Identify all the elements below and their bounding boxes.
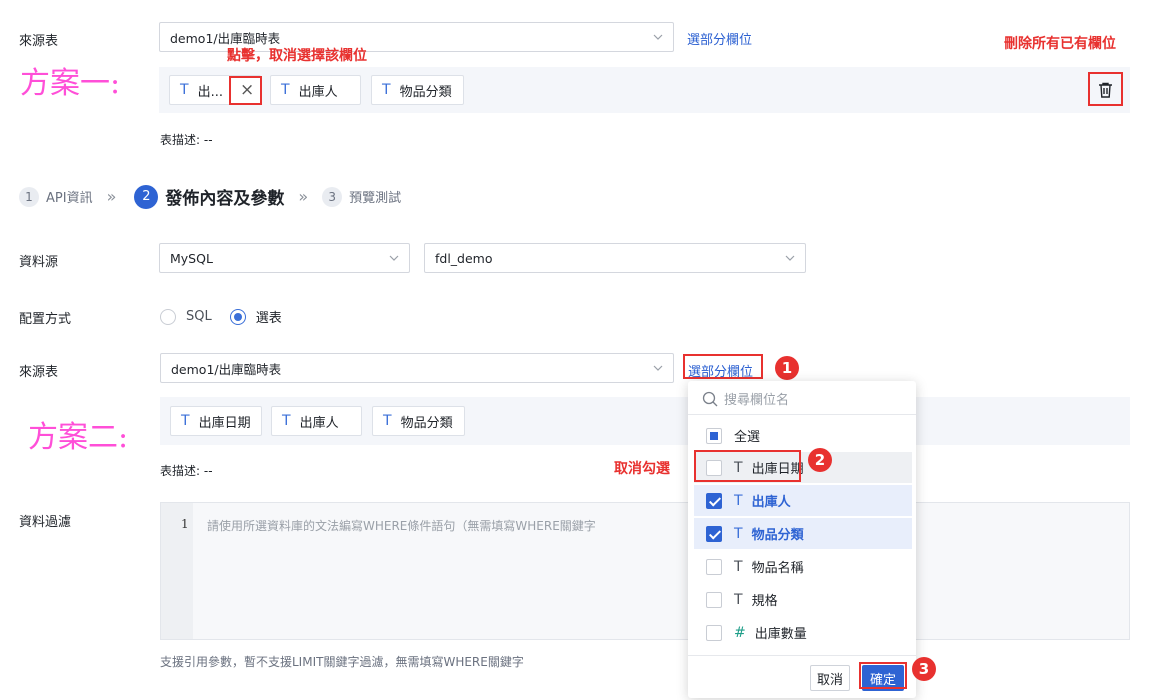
text-type-icon: T bbox=[383, 413, 392, 429]
chevron-down-icon bbox=[785, 255, 795, 261]
table-description: 表描述: -- bbox=[160, 464, 213, 478]
text-type-icon: T bbox=[281, 82, 290, 98]
text-type-icon: T bbox=[734, 591, 743, 608]
database-value: fdl_demo bbox=[435, 250, 493, 266]
field-chip[interactable]: T 物品分類 bbox=[372, 406, 465, 436]
double-chevron-icon: » bbox=[298, 187, 309, 206]
field-select-dropdown: 搜尋欄位名 全選 T 出庫日期 T 出庫人 T 物品分類 T 物品名稱 T 規格… bbox=[688, 381, 916, 698]
plan1-label: 方案一: bbox=[20, 66, 121, 101]
divider bbox=[688, 414, 916, 415]
field-chip[interactable]: T 出庫人 bbox=[270, 75, 361, 105]
annotation-badge: 3 bbox=[912, 657, 936, 681]
table-description: 表描述: -- bbox=[160, 133, 213, 147]
text-type-icon: T bbox=[180, 82, 189, 98]
select-all-checkbox[interactable] bbox=[706, 427, 722, 444]
annotation-delete-all-note: 刪除所有已有欄位 bbox=[1004, 36, 1116, 52]
step-indicator: 1 API資訊 » 2 發佈內容及參數 » 3 預覽測試 bbox=[19, 184, 401, 209]
divider bbox=[688, 655, 916, 656]
field-option-label: 物品名稱 bbox=[751, 561, 804, 576]
text-type-icon: T bbox=[282, 413, 291, 429]
chevron-down-icon bbox=[653, 34, 663, 40]
datasource-value: MySQL bbox=[170, 250, 213, 266]
field-option-checkbox[interactable] bbox=[706, 624, 722, 641]
field-chip-label: 出庫人 bbox=[298, 84, 338, 100]
close-icon[interactable]: × bbox=[240, 80, 254, 100]
annotation-badge: 1 bbox=[775, 356, 799, 380]
datasource-select[interactable]: MySQL bbox=[159, 243, 410, 273]
select-fields-link[interactable]: 選部分欄位 bbox=[687, 29, 752, 48]
datasource-label: 資料源 bbox=[19, 255, 59, 270]
number-type-icon: # bbox=[734, 624, 746, 641]
step-number: 2 bbox=[134, 184, 159, 209]
filter-code-editor[interactable]: 1 請使用所選資料庫的文法編寫WHERE條件語句（無需填寫WHERE關鍵字 bbox=[160, 502, 1130, 640]
source-table-select[interactable]: demo1/出庫臨時表 bbox=[160, 353, 674, 383]
annotation-highlight-box bbox=[683, 354, 763, 379]
field-chip-label: 出庫日期 bbox=[198, 415, 251, 431]
select-all-label: 全選 bbox=[734, 430, 761, 445]
double-chevron-icon: » bbox=[106, 187, 117, 206]
field-option-label: 出庫數量 bbox=[754, 627, 807, 642]
annotation-click-note: 點擊，取消選擇該欄位 bbox=[227, 48, 367, 64]
search-placeholder: 搜尋欄位名 bbox=[724, 393, 790, 408]
text-type-icon: T bbox=[734, 525, 743, 542]
search-icon bbox=[702, 391, 718, 406]
field-option-checkbox[interactable] bbox=[706, 591, 722, 608]
field-option[interactable]: T 物品分類 bbox=[694, 518, 912, 549]
config-method-label: 配置方式 bbox=[19, 312, 72, 327]
field-chip-label: 物品分類 bbox=[400, 415, 453, 431]
field-chip-label: 出庫人 bbox=[299, 415, 339, 431]
annotation-highlight-box bbox=[859, 662, 907, 689]
database-select[interactable]: fdl_demo bbox=[424, 243, 806, 273]
text-type-icon: T bbox=[382, 82, 391, 98]
text-type-icon: T bbox=[181, 413, 190, 429]
filter-hint: 支援引用參數，暫不支援LIMIT關鍵字過濾，無需填寫WHERE關鍵字 bbox=[160, 655, 524, 669]
radio-select-table-label: 選表 bbox=[255, 311, 282, 326]
editor-placeholder: 請使用所選資料庫的文法編寫WHERE條件語句（無需填寫WHERE關鍵字 bbox=[207, 519, 596, 533]
chevron-down-icon bbox=[389, 255, 399, 261]
step-number: 1 bbox=[19, 186, 39, 207]
source-table-value: demo1/出庫臨時表 bbox=[170, 30, 281, 46]
field-search[interactable]: 搜尋欄位名 bbox=[702, 389, 789, 408]
annotation-uncheck-note: 取消勾選 bbox=[614, 461, 670, 477]
source-table-label: 來源表 bbox=[19, 34, 59, 49]
field-chip[interactable]: T 出庫日期 bbox=[170, 406, 262, 436]
source-table-label: 來源表 bbox=[19, 365, 59, 380]
plan2-label: 方案二: bbox=[28, 420, 129, 455]
select-all-option[interactable]: 全選 bbox=[694, 420, 912, 451]
field-option-label: 物品分類 bbox=[751, 528, 804, 543]
annotation-badge: 2 bbox=[808, 448, 832, 472]
field-option-checkbox[interactable] bbox=[706, 492, 722, 509]
editor-line-number: 1 bbox=[181, 517, 189, 531]
field-option-label: 規格 bbox=[751, 594, 778, 609]
field-option[interactable]: T 規格 bbox=[694, 584, 912, 615]
radio-sql-label: SQL bbox=[186, 309, 212, 324]
field-option-label: 出庫人 bbox=[751, 495, 791, 510]
step-label: API資訊 bbox=[46, 191, 93, 206]
cancel-button[interactable]: 取消 bbox=[810, 665, 850, 691]
field-option[interactable]: # 出庫數量 bbox=[694, 617, 912, 648]
text-type-icon: T bbox=[734, 492, 743, 509]
field-option-checkbox[interactable] bbox=[706, 525, 722, 542]
radio-select-table[interactable] bbox=[229, 308, 246, 325]
radio-sql[interactable] bbox=[160, 308, 176, 325]
field-chip-label: 物品分類 bbox=[399, 84, 452, 100]
field-chip-label: 出... bbox=[197, 84, 223, 100]
chevron-down-icon bbox=[653, 365, 663, 371]
step-number: 3 bbox=[322, 186, 343, 207]
field-option[interactable]: T 出庫人 bbox=[694, 485, 912, 516]
step-label: 預覽測試 bbox=[349, 191, 402, 206]
config-method-radio-group: SQL 選表 bbox=[160, 307, 282, 326]
data-filter-label: 資料過濾 bbox=[19, 515, 72, 530]
field-option[interactable]: T 物品名稱 bbox=[694, 551, 912, 582]
text-type-icon: T bbox=[734, 558, 743, 575]
source-table-value: demo1/出庫臨時表 bbox=[171, 361, 282, 377]
step-label: 發佈內容及參數 bbox=[165, 189, 285, 209]
field-chip[interactable]: T 物品分類 bbox=[371, 75, 464, 105]
trash-icon[interactable] bbox=[1098, 82, 1113, 98]
field-option-checkbox[interactable] bbox=[706, 558, 722, 575]
annotation-highlight-box bbox=[694, 450, 801, 482]
field-chip[interactable]: T 出庫人 bbox=[271, 406, 362, 436]
